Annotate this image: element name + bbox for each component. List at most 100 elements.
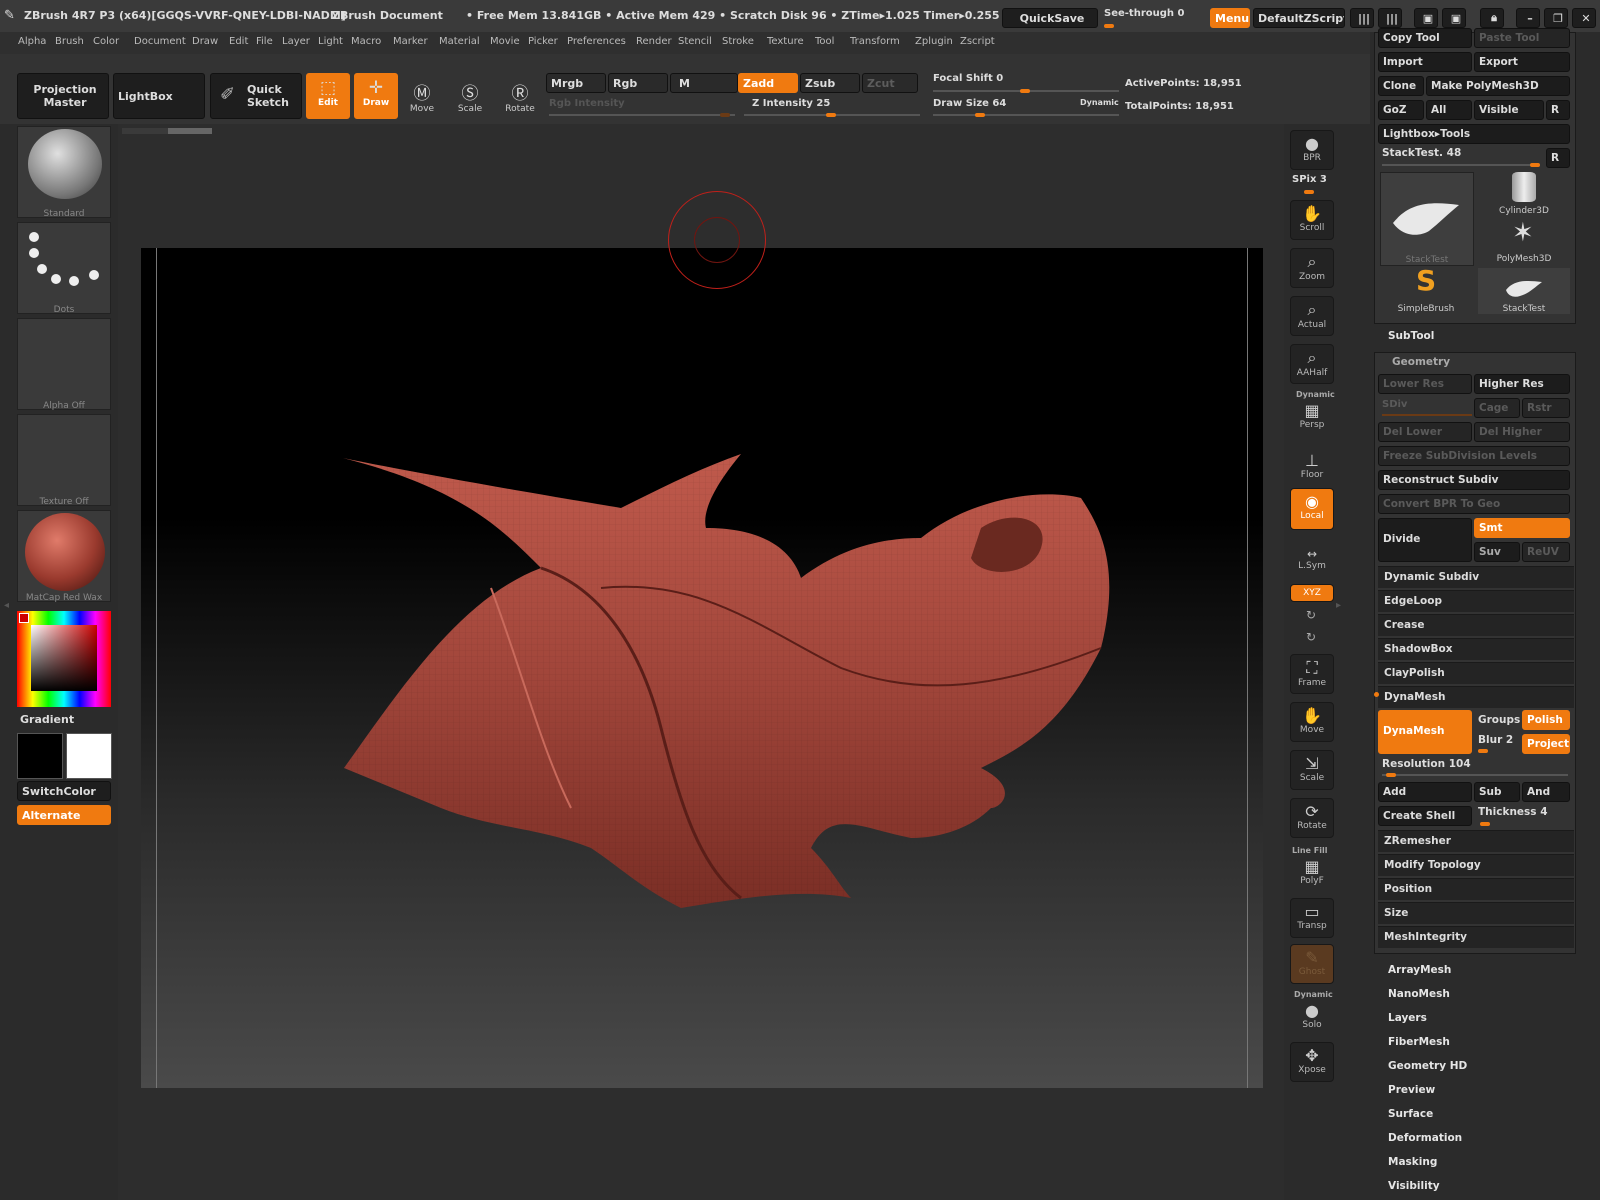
see-through-slider[interactable]: See-through 0 [1104, 6, 1204, 30]
transp-button[interactable]: ▭ Transp [1290, 898, 1334, 938]
draw-size-knob[interactable] [975, 113, 985, 117]
alpha-thumbnail[interactable]: Alpha Off [17, 318, 111, 411]
xpose-button[interactable]: ✥ Xpose [1290, 1042, 1334, 1082]
menu-picker[interactable]: Picker [528, 36, 558, 47]
position-row[interactable]: Position [1378, 878, 1574, 900]
see-through-knob[interactable] [1104, 24, 1114, 28]
masking-section[interactable]: Masking [1388, 1156, 1437, 1168]
z-axis-icon[interactable]: ↻ [1306, 630, 1316, 644]
menu-material[interactable]: Material [439, 36, 480, 47]
dynamic-subdiv-row[interactable]: Dynamic Subdiv [1378, 566, 1574, 588]
menu-marker[interactable]: Marker [393, 36, 428, 47]
lightbox-button[interactable]: LightBox [113, 73, 205, 119]
tray-right-icon[interactable]: ||| [1378, 8, 1402, 28]
edit-button[interactable]: ⬚ Edit [306, 73, 350, 119]
tool-thumb-stacktest[interactable]: StackTest [1478, 268, 1570, 314]
preview-section[interactable]: Preview [1388, 1084, 1435, 1096]
fibermesh-section[interactable]: FiberMesh [1388, 1036, 1450, 1048]
scroll-button[interactable]: ✋ Scroll [1290, 200, 1334, 240]
make-polymesh-button[interactable]: Make PolyMesh3D [1426, 76, 1570, 96]
y-axis-icon[interactable]: ↻ [1306, 608, 1316, 622]
draw-button[interactable]: ✛ Draw [354, 73, 398, 119]
tool-thumb-stacktest-main[interactable]: StackTest [1380, 172, 1474, 266]
color-picker-square[interactable] [31, 625, 97, 691]
sub-button[interactable]: Sub [1474, 782, 1520, 802]
zcut-button[interactable]: Zcut [862, 73, 918, 93]
menu-document[interactable]: Document [134, 36, 186, 47]
rgb-intensity-knob[interactable] [720, 113, 730, 117]
project-button[interactable]: Project [1522, 734, 1570, 754]
dynamesh-button[interactable]: DynaMesh [1378, 710, 1472, 754]
claypolish-row[interactable]: ClayPolish [1378, 662, 1574, 684]
bpr-button[interactable]: ● BPR [1290, 130, 1334, 170]
menu-texture[interactable]: Texture [767, 36, 804, 47]
frame-button[interactable]: ⛶ Frame [1290, 654, 1334, 694]
rgb-button[interactable]: Rgb [608, 73, 668, 93]
layout-icon[interactable]: ▣ [1414, 8, 1438, 28]
menu-alpha[interactable]: Alpha [18, 36, 46, 47]
lsym-button[interactable]: ↔ L.Sym [1290, 544, 1334, 584]
spix-label[interactable]: SPix 3 [1292, 174, 1327, 185]
menu-preferences[interactable]: Preferences [567, 36, 626, 47]
move-button[interactable]: Ⓜ Move [400, 75, 444, 121]
zremesher-row[interactable]: ZRemesher [1378, 830, 1574, 852]
right-tray-arrow-icon[interactable]: ▸ [1336, 600, 1344, 630]
xyz-button[interactable]: XYZ [1290, 584, 1334, 602]
menu-color[interactable]: Color [93, 36, 119, 47]
add-button[interactable]: Add [1378, 782, 1472, 802]
dynamesh-row[interactable]: DynaMesh [1374, 686, 1574, 708]
tool-slider[interactable] [1382, 164, 1538, 166]
menu-stencil[interactable]: Stencil [678, 36, 712, 47]
mrgb-button[interactable]: Mrgb [546, 73, 606, 93]
menu-zplugin[interactable]: Zplugin [915, 36, 953, 47]
tool-slider-knob[interactable] [1530, 163, 1540, 167]
left-tray-arrow-icon[interactable]: ◂ [4, 600, 12, 630]
sdiv-slider[interactable] [1382, 414, 1472, 416]
goz-visible-button[interactable]: Visible [1474, 100, 1544, 120]
floor-button[interactable]: ⊥ Floor [1290, 448, 1334, 488]
surface-section[interactable]: Surface [1388, 1108, 1433, 1120]
zsub-button[interactable]: Zsub [800, 73, 860, 93]
rotate-button[interactable]: Ⓡ Rotate [498, 75, 542, 121]
crease-row[interactable]: Crease [1378, 614, 1574, 636]
size-row[interactable]: Size [1378, 902, 1574, 924]
menu-tool[interactable]: Tool [815, 36, 834, 47]
color-picker[interactable] [17, 611, 111, 707]
local-button[interactable]: ◉ Local [1290, 488, 1334, 530]
menu-zscript[interactable]: Zscript [960, 36, 995, 47]
lower-res-button[interactable]: Lower Res [1378, 374, 1472, 394]
subtool-section[interactable]: SubTool [1388, 330, 1434, 342]
modify-topology-row[interactable]: Modify Topology [1378, 854, 1574, 876]
rstr-button[interactable]: Rstr [1522, 398, 1570, 418]
persp-button[interactable]: ▦ Persp [1290, 398, 1334, 438]
freeze-subdivision-button[interactable]: Freeze SubDivision Levels [1378, 446, 1570, 466]
menu-stroke[interactable]: Stroke [722, 36, 754, 47]
quicksave-button[interactable]: QuickSave [1002, 8, 1098, 28]
maximize-icon[interactable]: ❐ [1544, 8, 1568, 28]
geometry-header[interactable]: Geometry [1392, 356, 1450, 368]
rotate-view-button[interactable]: ⟳ Rotate [1290, 798, 1334, 838]
dynamic-label[interactable]: Dynamic [1080, 98, 1119, 107]
solo-button[interactable]: ● Solo [1290, 998, 1334, 1038]
menu-brush[interactable]: Brush [55, 36, 84, 47]
copy-tool-button[interactable]: Copy Tool [1378, 28, 1472, 48]
tool-thumb-cylinder[interactable]: Cylinder3D [1478, 172, 1570, 216]
menu-draw[interactable]: Draw [192, 36, 218, 47]
menu-render[interactable]: Render [636, 36, 672, 47]
aahalf-button[interactable]: ⌕ AAHalf [1290, 344, 1334, 384]
gradient-label[interactable]: Gradient [20, 713, 74, 726]
main-color-swatch[interactable] [17, 733, 63, 779]
cage-button[interactable]: Cage [1474, 398, 1520, 418]
menu-file[interactable]: File [256, 36, 273, 47]
import-button[interactable]: Import [1378, 52, 1472, 72]
menu-light[interactable]: Light [318, 36, 343, 47]
menu-movie[interactable]: Movie [490, 36, 520, 47]
projection-master-button[interactable]: Projection Master [17, 73, 109, 119]
material-thumbnail[interactable]: MatCap Red Wax [17, 510, 111, 603]
geometry-hd-section[interactable]: Geometry HD [1388, 1060, 1467, 1072]
export-button[interactable]: Export [1474, 52, 1570, 72]
convert-bpr-button[interactable]: Convert BPR To Geo [1378, 494, 1570, 514]
draw-size-slider[interactable] [933, 114, 1119, 116]
thickness-knob[interactable] [1480, 822, 1490, 826]
ghost-button[interactable]: ✎ Ghost [1290, 944, 1334, 984]
